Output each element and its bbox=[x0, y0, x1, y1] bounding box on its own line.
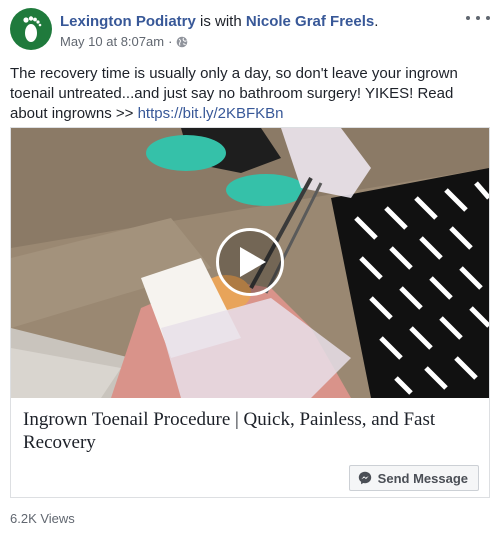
play-icon bbox=[240, 247, 266, 277]
send-message-button[interactable]: Send Message bbox=[348, 465, 479, 491]
post-header: Lexington Podiatry is with Nicole Graf F… bbox=[10, 8, 490, 58]
video-player[interactable] bbox=[11, 128, 489, 398]
globe-icon[interactable] bbox=[176, 36, 188, 48]
more-dot bbox=[466, 16, 470, 20]
messenger-icon bbox=[358, 471, 372, 485]
period: . bbox=[374, 13, 379, 30]
author-line: Lexington Podiatry is with Nicole Graf F… bbox=[60, 13, 378, 31]
post-meta: May 10 at 8:07am · bbox=[60, 34, 378, 49]
footprint-logo bbox=[23, 16, 42, 42]
post-message: The recovery time is usually only a day,… bbox=[10, 64, 490, 124]
video-attachment: Ingrown Toenail Procedure | Quick, Painl… bbox=[10, 127, 490, 498]
attachment-title[interactable]: Ingrown Toenail Procedure | Quick, Painl… bbox=[23, 408, 473, 454]
post-message-link[interactable]: https://bit.ly/2KBFKBn bbox=[138, 105, 284, 122]
post-header-text: Lexington Podiatry is with Nicole Graf F… bbox=[60, 13, 378, 49]
play-button[interactable] bbox=[216, 228, 284, 296]
tagged-person-link[interactable]: Nicole Graf Freels bbox=[246, 13, 374, 30]
send-message-label: Send Message bbox=[377, 470, 468, 486]
more-dot bbox=[476, 16, 480, 20]
more-options-icon[interactable] bbox=[466, 10, 490, 26]
post-timestamp[interactable]: May 10 at 8:07am bbox=[60, 34, 164, 49]
with-text: is with bbox=[195, 13, 246, 30]
more-dot bbox=[486, 16, 490, 20]
view-count: 6.2K Views bbox=[10, 511, 75, 526]
meta-separator: · bbox=[168, 34, 173, 49]
page-avatar[interactable] bbox=[10, 8, 52, 50]
page-name-link[interactable]: Lexington Podiatry bbox=[60, 13, 196, 30]
